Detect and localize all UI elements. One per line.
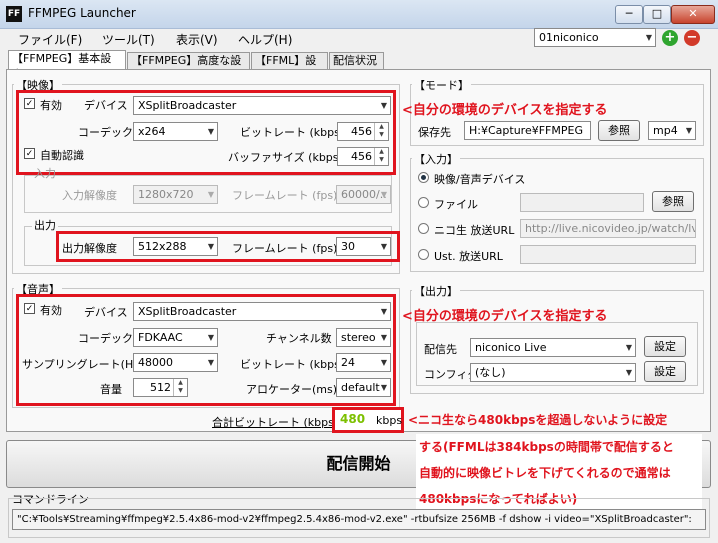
input-av-radio[interactable]: [418, 172, 429, 183]
input-file-path[interactable]: [520, 193, 644, 212]
destination-label: 配信先: [424, 343, 457, 356]
video-input-group-label: 入力: [34, 167, 56, 180]
audio-codec-label: コーデック: [78, 332, 133, 345]
annotation-audio-device: <自分の環境のデバイスを指定する: [402, 309, 608, 324]
cmdline-input[interactable]: "C:¥Tools¥Streaming¥ffmpeg¥2.5.4x86-mod-…: [12, 509, 706, 530]
maximize-button[interactable]: □: [643, 5, 671, 24]
audio-enabled-label: 有効: [40, 304, 62, 317]
output-resolution-select[interactable]: 512x288 ▼: [133, 237, 218, 256]
buffer-size-label: バッファサイズ (kbps): [228, 151, 343, 164]
audio-codec-select[interactable]: FDKAAC ▼: [133, 328, 218, 347]
config-select[interactable]: (なし) ▼: [470, 363, 636, 382]
annotation-video-device: <自分の環境のデバイスを指定する: [402, 103, 608, 118]
menu-file[interactable]: ファイル(F): [18, 31, 82, 48]
auto-detect-label: 自動認識: [40, 149, 84, 162]
allocator-label: アロケーター(ms): [246, 383, 338, 396]
window-title: FFMPEG Launcher: [28, 6, 136, 20]
video-device-label: デバイス: [84, 99, 128, 112]
nico-url-input[interactable]: http://live.nicovideo.jp/watch/lv2: [520, 219, 696, 238]
video-bitrate-stepper[interactable]: 456 ▲ ▼: [337, 122, 389, 141]
video-bitrate-label: ビットレート (kbps): [240, 126, 345, 139]
close-button[interactable]: ✕: [671, 5, 715, 24]
app-icon: FF: [6, 6, 22, 22]
tab-ffml-settings[interactable]: 【FFML】設定: [251, 52, 328, 83]
video-enabled-label: 有効: [40, 99, 62, 112]
input-resolution-select[interactable]: 1280x720 ▼: [133, 185, 218, 204]
input-framerate-select[interactable]: 60000/.. ▼: [336, 185, 391, 204]
input-ust-label: Ust. 放送URL: [434, 250, 503, 263]
destination-select[interactable]: niconico Live ▼: [470, 338, 636, 357]
volume-label: 音量: [100, 383, 122, 396]
save-path-input[interactable]: H:¥Capture¥FFMPEG: [464, 121, 591, 140]
video-enabled-checkbox[interactable]: ✓: [24, 98, 35, 109]
ust-url-input[interactable]: [520, 245, 696, 264]
volume-stepper[interactable]: 512 ▲ ▼: [133, 378, 188, 397]
video-codec-label: コーデック: [78, 126, 133, 139]
menu-help[interactable]: ヘルプ(H): [238, 31, 292, 48]
buffer-size-stepper[interactable]: 456 ▲ ▼: [337, 147, 389, 166]
allocator-select[interactable]: default ▼: [336, 378, 391, 397]
output-framerate-label: フレームレート (fps): [232, 242, 338, 255]
tab-ffmpeg-basic[interactable]: 【FFMPEG】基本設定: [8, 50, 126, 81]
sample-rate-label: サンプリングレート(Hz): [22, 358, 144, 371]
input-group-label: 【入力】: [412, 151, 460, 167]
input-resolution-label: 入力解像度: [62, 189, 117, 202]
output-framerate-select[interactable]: 30 ▼: [336, 237, 391, 256]
audio-bitrate-label: ビットレート (kbps): [240, 358, 345, 371]
input-file-label: ファイル: [434, 198, 478, 211]
video-device-select[interactable]: XSplitBroadcaster ▼: [133, 96, 391, 115]
audio-device-label: デバイス: [84, 306, 128, 319]
video-codec-select[interactable]: x264 ▼: [133, 122, 218, 141]
save-path-browse-button[interactable]: 参照: [598, 120, 640, 141]
audio-bitrate-select[interactable]: 24 ▼: [336, 353, 391, 372]
remove-profile-button[interactable]: −: [684, 30, 700, 46]
channels-label: チャンネル数: [266, 332, 332, 345]
total-bitrate-value: 480: [340, 412, 366, 426]
destination-settings-button[interactable]: 設定: [644, 336, 686, 357]
tab-ffmpeg-advanced[interactable]: 【FFMPEG】高度な設定: [127, 52, 250, 83]
tab-stream-status[interactable]: 配信状況: [329, 52, 384, 69]
input-framerate-label: フレームレート (fps): [232, 189, 338, 202]
output-group-label: 【出力】: [412, 283, 460, 299]
input-file-browse-button[interactable]: 参照: [652, 191, 694, 212]
menu-view[interactable]: 表示(V): [176, 31, 218, 48]
menu-tools[interactable]: ツール(T): [102, 31, 155, 48]
channels-select[interactable]: stereo ▼: [336, 328, 391, 347]
total-bitrate-unit: kbps: [376, 414, 403, 427]
input-nico-label: ニコ生 放送URL: [434, 224, 515, 237]
annotation-bitrate-note-3: 自動的に映像ビトレを下げてくれるので通常は: [419, 466, 671, 480]
input-av-label: 映像/音声デバイス: [434, 173, 526, 186]
input-file-radio[interactable]: [418, 197, 429, 208]
auto-detect-checkbox[interactable]: ✓: [24, 148, 35, 159]
format-select[interactable]: mp4 ▼: [648, 121, 696, 140]
minimize-button[interactable]: ─: [615, 5, 643, 24]
total-bitrate-label: 合計ビットレート (kbps): [212, 416, 339, 429]
sample-rate-select[interactable]: 48000 ▼: [133, 353, 218, 372]
audio-enabled-checkbox[interactable]: ✓: [24, 303, 35, 314]
output-resolution-label: 出力解像度: [62, 242, 117, 255]
save-path-label: 保存先: [418, 126, 451, 139]
input-nico-radio[interactable]: [418, 223, 429, 234]
annotation-bitrate-note-1: <ニコ生なら480kbpsを超過しないように設定: [408, 413, 668, 427]
mode-group-label: 【モード】: [412, 77, 471, 93]
annotation-bitrate-note-2: する(FFMLは384kbpsの時間帯で配信すると: [419, 440, 674, 454]
profile-select[interactable]: 01niconico ▼: [534, 28, 656, 47]
audio-device-select[interactable]: XSplitBroadcaster ▼: [133, 302, 391, 321]
config-settings-button[interactable]: 設定: [644, 361, 686, 382]
add-profile-button[interactable]: +: [662, 30, 678, 46]
input-ust-radio[interactable]: [418, 249, 429, 260]
video-output-group-label: 出力: [32, 217, 58, 233]
